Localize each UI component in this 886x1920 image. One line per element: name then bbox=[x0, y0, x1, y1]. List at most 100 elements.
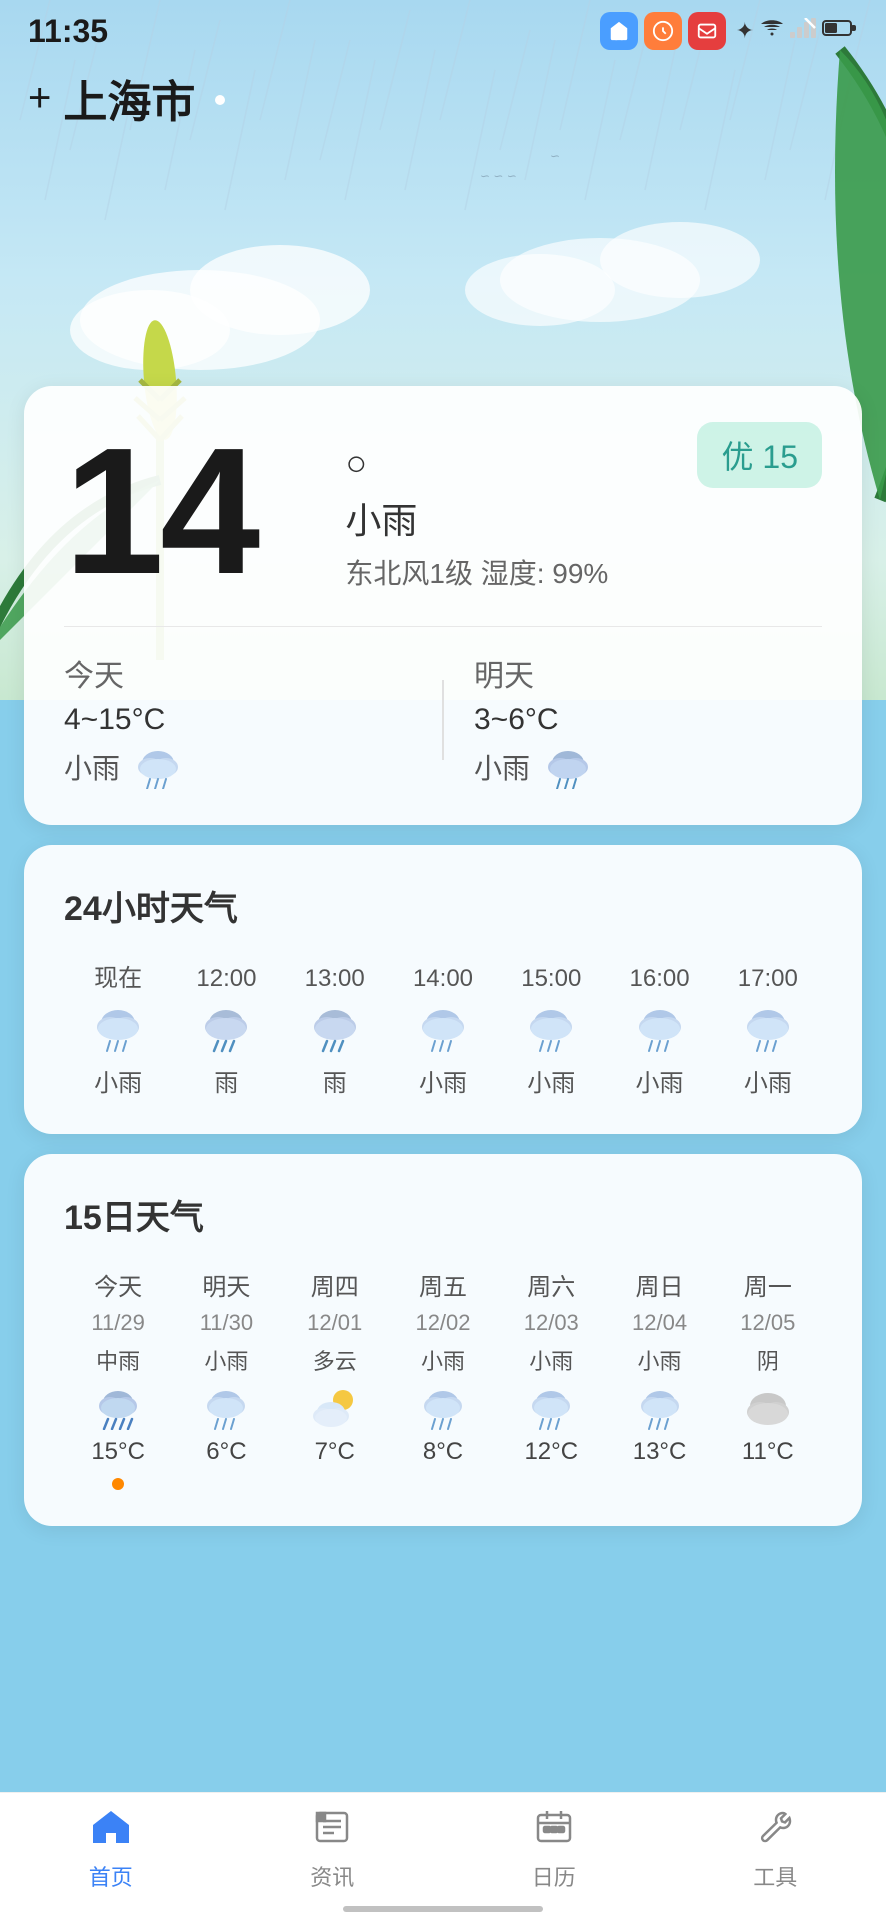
today-weather-row: 小雨 bbox=[64, 745, 412, 789]
day-dot-0 bbox=[112, 1478, 124, 1490]
day-icon-2 bbox=[309, 1384, 361, 1430]
day-label-0: 今天 bbox=[94, 1267, 142, 1302]
day-date-2: 12/01 bbox=[307, 1310, 362, 1336]
hour-item-1: 12:00 雨 bbox=[172, 965, 280, 1098]
today-temp: 4~15°C bbox=[64, 703, 412, 737]
hour-icon-4 bbox=[523, 1003, 579, 1053]
tomorrow-weather: 小雨 bbox=[474, 747, 530, 787]
aqi-value: 15 bbox=[762, 439, 798, 475]
today-forecast: 今天 4~15°C 小雨 bbox=[64, 651, 412, 789]
day-temp-3: 8°C bbox=[423, 1438, 463, 1466]
day-icon-0 bbox=[92, 1384, 144, 1430]
header: + 上海市 bbox=[0, 58, 886, 146]
hour-time-1: 12:00 bbox=[196, 965, 256, 993]
hour-desc-2: 雨 bbox=[323, 1063, 347, 1098]
hour-item-0: 现在 小雨 bbox=[64, 958, 172, 1098]
tools-icon bbox=[755, 1809, 795, 1854]
hour-desc-3: 小雨 bbox=[419, 1063, 467, 1098]
day-weather-5: 小雨 bbox=[638, 1344, 682, 1376]
hour-time-2: 13:00 bbox=[305, 965, 365, 993]
current-weather-card: 14 ○ 小雨 东北风1级 湿度: 99% 优 15 今天 4~15°C 小雨 bbox=[24, 386, 862, 825]
day-label-1: 明天 bbox=[202, 1267, 250, 1302]
weather-detail: ○ 小雨 东北风1级 湿度: 99% bbox=[345, 422, 608, 592]
nav-home-label: 首页 bbox=[89, 1860, 133, 1892]
city-name: 上海市 bbox=[63, 66, 195, 130]
day-temp-6: 11°C bbox=[742, 1438, 794, 1466]
status-bar: 11:35 ✦ ⚡ bbox=[0, 0, 886, 58]
fifteen-day-card: 15日天气 今天 11/29 中雨 15°C bbox=[24, 1154, 862, 1526]
nav-calendar-label: 日历 bbox=[532, 1860, 576, 1892]
weather-description: 小雨 bbox=[345, 492, 608, 544]
nav-news[interactable]: 资讯 bbox=[222, 1809, 444, 1892]
day-col-6: 周一 12/05 阴 11°C bbox=[714, 1267, 822, 1490]
nav-tools-label: 工具 bbox=[753, 1860, 797, 1892]
nav-calendar[interactable]: 日历 bbox=[443, 1809, 665, 1892]
hour-item-4: 15:00 小雨 bbox=[497, 965, 605, 1098]
hourly-row: 现在 小雨 12:00 bbox=[64, 958, 822, 1098]
hour-desc-4: 小雨 bbox=[527, 1063, 575, 1098]
hour-desc-1: 雨 bbox=[214, 1063, 238, 1098]
day-divider bbox=[442, 680, 444, 760]
battery-icon: ⚡ bbox=[822, 18, 858, 44]
signal-icon bbox=[790, 18, 816, 44]
hour-desc-0: 小雨 bbox=[94, 1063, 142, 1098]
day-weather-4: 小雨 bbox=[529, 1344, 573, 1376]
day-temp-2: 7°C bbox=[315, 1438, 355, 1466]
notif-icon-2 bbox=[644, 12, 682, 50]
home-indicator bbox=[343, 1906, 543, 1912]
day-temp-5: 13°C bbox=[633, 1438, 687, 1466]
current-main: 14 ○ 小雨 东北风1级 湿度: 99% 优 15 bbox=[64, 422, 822, 602]
hour-time-0: 现在 bbox=[94, 958, 142, 993]
city-dot bbox=[215, 95, 225, 105]
aqi-badge: 优 15 bbox=[697, 422, 822, 488]
day-temp-0: 15°C bbox=[91, 1438, 145, 1466]
calendar-icon bbox=[534, 1809, 574, 1854]
today-label: 今天 bbox=[64, 651, 412, 695]
day-weather-0: 中雨 bbox=[96, 1344, 140, 1376]
status-time: 11:35 bbox=[28, 13, 108, 50]
day-temp-1: 6°C bbox=[206, 1438, 246, 1466]
add-city-button[interactable]: + bbox=[28, 78, 51, 118]
bottom-nav: 首页 资讯 日历 bbox=[0, 1792, 886, 1920]
days-row: 今天 11/29 中雨 15°C 明天 11/ bbox=[64, 1267, 822, 1490]
day-weather-2: 多云 bbox=[313, 1344, 357, 1376]
day-weather-1: 小雨 bbox=[204, 1344, 248, 1376]
day-icon-5 bbox=[634, 1384, 686, 1430]
day-label-4: 周六 bbox=[527, 1267, 575, 1302]
hour-item-6: 17:00 小雨 bbox=[714, 965, 822, 1098]
hour-time-4: 15:00 bbox=[521, 965, 581, 993]
day-icon-6 bbox=[742, 1384, 794, 1430]
day-forecast: 今天 4~15°C 小雨 明天 bbox=[64, 626, 822, 789]
hour-desc-5: 小雨 bbox=[636, 1063, 684, 1098]
svg-text:⚡: ⚡ bbox=[856, 22, 858, 38]
day-icon-3 bbox=[417, 1384, 469, 1430]
day-weather-3: 小雨 bbox=[421, 1344, 465, 1376]
tomorrow-forecast: 明天 3~6°C 小雨 bbox=[474, 651, 822, 789]
main-content: 14 ○ 小雨 东北风1级 湿度: 99% 优 15 今天 4~15°C 小雨 bbox=[0, 386, 886, 1526]
day-label-6: 周一 bbox=[744, 1267, 792, 1302]
notif-icon-1 bbox=[600, 12, 638, 50]
nav-home[interactable]: 首页 bbox=[0, 1809, 222, 1892]
day-date-5: 12/04 bbox=[632, 1310, 687, 1336]
home-icon bbox=[91, 1809, 131, 1854]
hour-time-6: 17:00 bbox=[738, 965, 798, 993]
bluetooth-icon: ✦ bbox=[736, 18, 754, 44]
day-col-4: 周六 12/03 小雨 12°C bbox=[497, 1267, 605, 1490]
day-col-5: 周日 12/04 小雨 13°C bbox=[605, 1267, 713, 1490]
today-weather: 小雨 bbox=[64, 747, 120, 787]
day-date-4: 12/03 bbox=[524, 1310, 579, 1336]
day-icon-1 bbox=[200, 1384, 252, 1430]
day-icon-4 bbox=[525, 1384, 577, 1430]
hour-item-2: 13:00 雨 bbox=[281, 965, 389, 1098]
temperature: 14 bbox=[64, 422, 256, 602]
day-col-2: 周四 12/01 多云 7°C bbox=[281, 1267, 389, 1490]
tomorrow-weather-row: 小雨 bbox=[474, 745, 822, 789]
day-date-3: 12/02 bbox=[415, 1310, 470, 1336]
day-date-0: 11/29 bbox=[91, 1310, 144, 1336]
hour-item-5: 16:00 小雨 bbox=[605, 965, 713, 1098]
day-date-6: 12/05 bbox=[740, 1310, 795, 1336]
hourly-weather-card: 24小时天气 现在 小雨 12:00 bbox=[24, 845, 862, 1134]
day-label-3: 周五 bbox=[419, 1267, 467, 1302]
nav-tools[interactable]: 工具 bbox=[665, 1809, 886, 1892]
tomorrow-weather-icon bbox=[542, 745, 594, 789]
